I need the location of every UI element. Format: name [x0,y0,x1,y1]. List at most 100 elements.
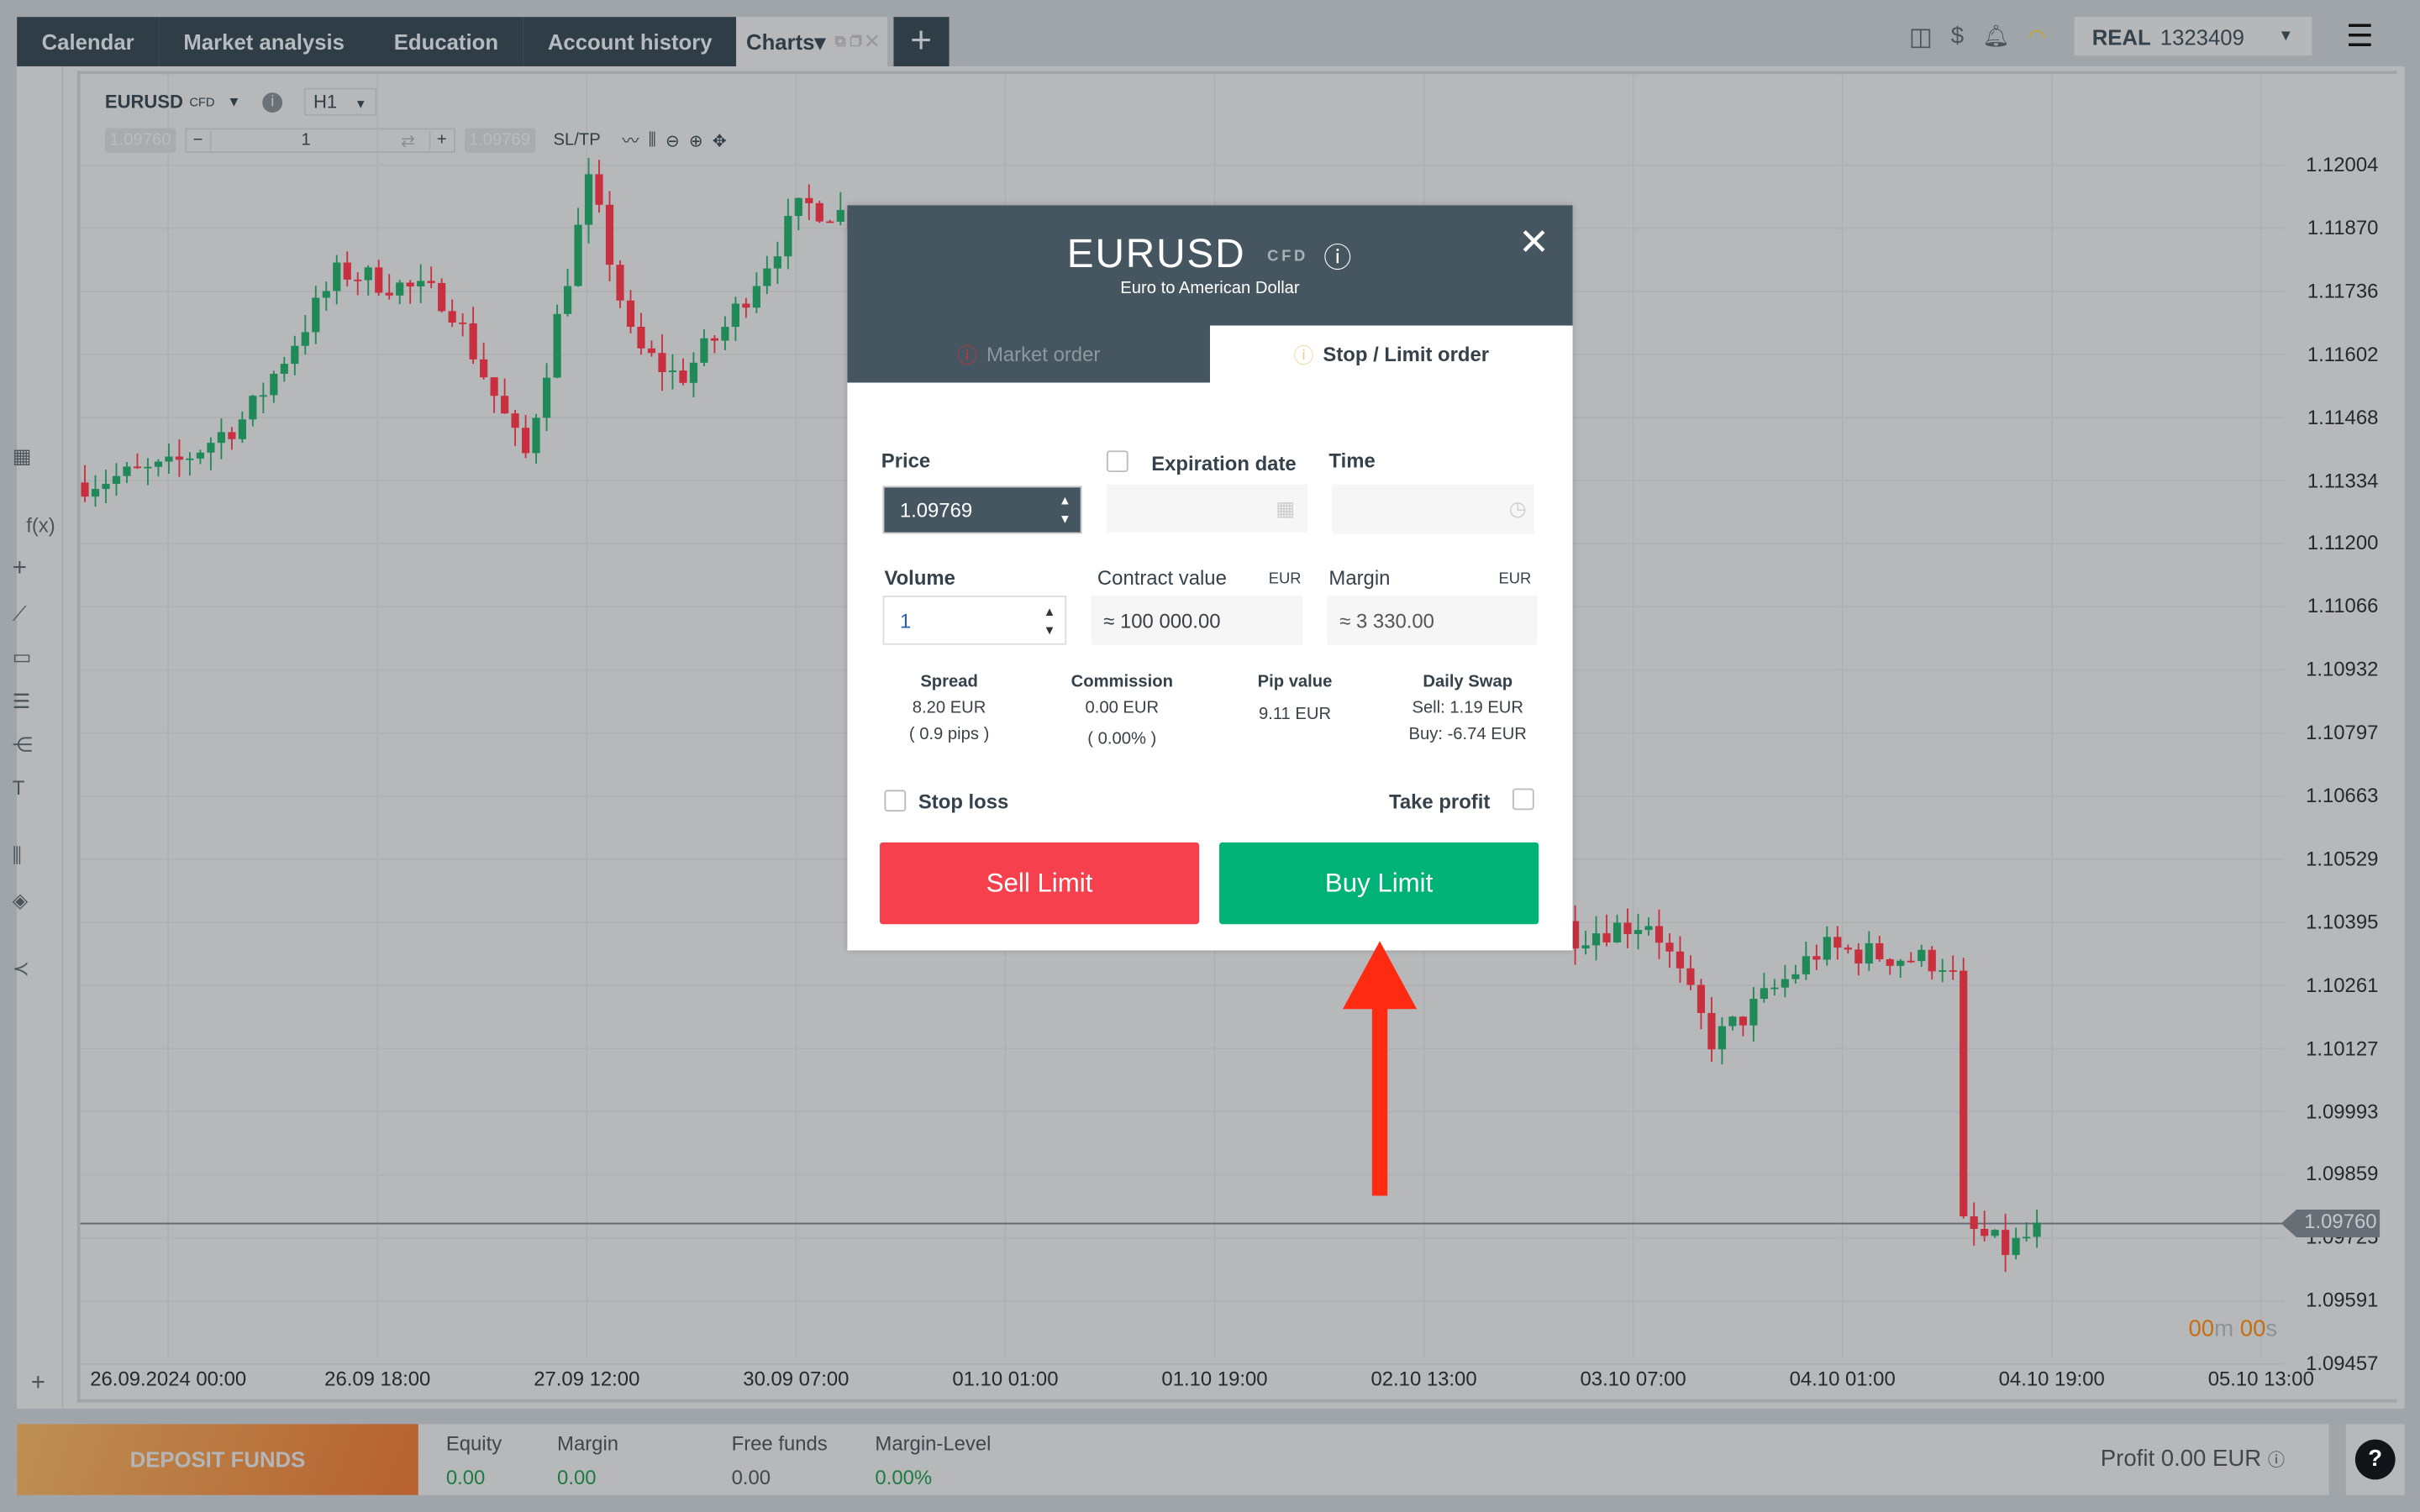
tab-stop-limit-order[interactable]: ⓘ Stop / Limit order [1209,325,1573,383]
chart-symbol[interactable]: EURUSD [105,91,183,113]
increase-button[interactable]: + [429,131,453,150]
candle-body [144,466,152,469]
candle-body [249,396,257,420]
candle-body [689,362,698,383]
price-tick: 1.10932 [2306,657,2379,681]
candle-body [1676,951,1685,969]
stop-loss-checkbox[interactable] [884,790,907,812]
price-tick: 1.10663 [2306,784,2379,807]
line-chart-icon[interactable]: 〰 [622,128,639,152]
info-icon[interactable]: ⓘ [2268,1452,2285,1470]
grid-icon[interactable]: ▦ [13,444,32,469]
candle-body [542,377,551,418]
candle-body [1802,956,1810,974]
candle-body [521,428,530,454]
line-icon[interactable]: ⟋ [13,601,27,626]
layers-icon[interactable]: ◈ [13,889,28,913]
expiration-date-input[interactable]: ▦ [1106,484,1307,533]
volume-input[interactable]: 1 ▲ ▼ [882,595,1067,645]
candle-body [626,300,635,327]
close-icon[interactable]: ✕ [1518,221,1549,265]
time-input[interactable]: ◷ [1332,484,1534,534]
help-icon[interactable]: ? [2354,1439,2396,1480]
time-label: Time [1328,449,1376,473]
fibonacci-icon[interactable]: ☰ [13,690,30,714]
candle-body [417,281,425,286]
clock-icon: ◷ [1508,496,1527,520]
function-icon[interactable]: f(x) [26,514,55,538]
text-icon[interactable]: T [13,776,25,800]
candle-body [742,303,750,308]
info-icon[interactable]: ⓘ [1323,243,1353,274]
volume-value[interactable]: 1 [211,131,401,150]
time-tick: 26.09.2024 00:00 [90,1367,247,1390]
candle-body [700,338,708,363]
timeframe-select[interactable]: H1 ▼ [303,87,376,116]
tab-label: Stop / Limit order [1323,342,1490,366]
share-icon[interactable]: ≺ [13,957,29,981]
alert-icon: ⓘ [1293,344,1314,368]
candle-body [501,396,509,414]
candle-body [165,456,173,462]
deposit-funds-button[interactable]: DEPOSIT FUNDS [17,1424,418,1495]
sell-limit-button[interactable]: Sell Limit [879,842,1200,925]
price-tick: 1.11334 [2307,468,2379,491]
stepper-arrows-icon[interactable]: ▲ ▼ [1059,492,1071,529]
tab-market-order[interactable]: ⓘ Market order [847,326,1210,383]
time-tick: 01.10 19:00 [1161,1367,1268,1390]
candle-body [186,458,194,460]
candles-icon[interactable]: ⫼ [649,130,656,150]
rectangle-icon[interactable]: ▭ [13,645,32,669]
decrease-button[interactable]: − [187,131,212,150]
margin-label: Margin [557,1431,619,1456]
zoom-out-icon[interactable]: ⊖ [666,130,680,150]
symbol-dropdown-icon[interactable]: ▼ [227,94,240,109]
add-panel-button[interactable]: + [31,1370,45,1398]
candle-body [1697,984,1706,1013]
crosshair-icon[interactable]: + [13,555,27,583]
info-icon[interactable]: i [262,92,283,113]
zoom-in-icon[interactable]: ⊕ [689,130,703,150]
take-profit-checkbox[interactable] [1512,788,1534,811]
dialog-subtitle: Euro to American Dollar [1120,279,1300,298]
sltp-button[interactable]: SL/TP [554,131,601,150]
candle-body [480,359,488,378]
candle-body [291,345,299,365]
candle-body [1991,1230,1999,1236]
timer-minutes: 00 [2188,1315,2215,1342]
pitchfork-icon[interactable]: ⋲ [13,732,33,757]
tab-label: Market order [986,342,1101,366]
volume-stepper[interactable]: −1 ⇄ + [184,128,455,153]
pip-label: Pip value [1257,672,1333,691]
volume-value: 1 [899,608,912,633]
price-tick: 1.10529 [2306,847,2379,870]
price-tick: 1.09591 [2306,1289,2379,1312]
candle-body [343,262,351,280]
candle-body [154,461,163,467]
candle-body [511,413,519,428]
timer-seconds: 00 [2239,1315,2266,1342]
commission-value: 0.00 EUR [1085,699,1160,718]
expiration-checkbox[interactable] [1106,450,1128,473]
ask-price[interactable]: 1.09769 [464,128,535,153]
margin-value: ≈ 3 330.00 [1327,595,1538,645]
dialog-title: EURUSD CFD ⓘ [847,230,1572,278]
candle-body [658,353,666,372]
candle-body [1939,970,1947,972]
timer-m-unit: m [2214,1315,2234,1342]
candle-body [1781,979,1789,988]
candle-body [1718,1026,1727,1050]
move-icon[interactable]: ✥ [713,130,727,150]
swap-label: Daily Swap [1423,672,1513,691]
candle-body [1970,1216,1978,1229]
time-tick: 03.10 07:00 [1580,1367,1686,1390]
indicator-icon[interactable]: ⫼ [13,844,22,869]
swap-icon[interactable]: ⇄ [401,130,429,150]
buy-limit-button[interactable]: Buy Limit [1219,842,1539,925]
candle-body [1623,922,1632,934]
stepper-arrows-icon[interactable]: ▲ ▼ [1044,603,1056,640]
candle-body [406,282,414,286]
price-input[interactable]: 1.09769 ▲ ▼ [882,486,1082,534]
candle-body [647,348,656,354]
bid-price[interactable]: 1.09760 [104,128,176,153]
